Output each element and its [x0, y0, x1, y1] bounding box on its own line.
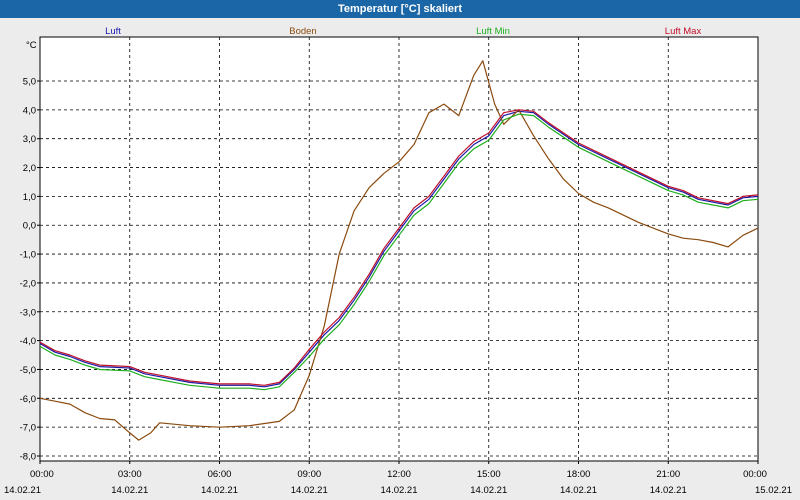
- x-tick-date-label: 15.02.21: [755, 485, 792, 496]
- legend-entry-luft-min: Luft Min: [476, 26, 510, 37]
- x-tick-date-label: 14.02.21: [650, 485, 687, 496]
- legend-entry-luft-max: Luft Max: [665, 26, 702, 37]
- x-tick-time-label: 00:00: [743, 469, 767, 480]
- y-tick-label: -4,0: [20, 336, 36, 347]
- x-tick-date-label: 14.02.21: [470, 485, 507, 496]
- x-tick-time-label: 09:00: [297, 469, 321, 480]
- x-tick-date-label: 14.02.21: [291, 485, 328, 496]
- y-unit-label: °C: [26, 40, 37, 51]
- x-tick-time-label: 18:00: [567, 469, 591, 480]
- x-tick-time-label: 21:00: [656, 469, 680, 480]
- x-tick-time-label: 03:00: [118, 469, 142, 480]
- y-tick-label: -5,0: [20, 365, 36, 376]
- y-tick-label: -2,0: [20, 278, 36, 289]
- x-tick-date-label: 14.02.21: [201, 485, 238, 496]
- legend-entry-boden: Boden: [289, 26, 316, 37]
- y-tick-label: 0,0: [23, 221, 36, 232]
- x-tick-date-label: 14.02.21: [4, 485, 41, 496]
- y-tick-label: 1,0: [23, 192, 36, 203]
- line-chart: °C 5,0 4,0 3,0 2,0 1,0 0,0 -1,0 -2,0 -3,0 -4,0 -5,…: [4, 26, 792, 496]
- chart-window: Temperatur [°C] skaliert °C 5,0 4,0 3,0 2,0…: [0, 0, 800, 500]
- y-tick-label: -1,0: [20, 250, 36, 261]
- x-tick-date-label: 14.02.21: [111, 485, 148, 496]
- legend-entry-luft: Luft: [105, 26, 121, 37]
- y-tick-label: -7,0: [20, 423, 36, 434]
- x-tick-time-label: 15:00: [477, 469, 501, 480]
- x-tick-time-label: 06:00: [208, 469, 232, 480]
- y-tick-label: -3,0: [20, 307, 36, 318]
- y-tick-label: 2,0: [23, 163, 36, 174]
- y-tick-label: -8,0: [20, 452, 36, 463]
- legend: Luft Boden Luft Min Luft Max: [105, 26, 701, 37]
- x-tick-date-label: 14.02.21: [381, 485, 418, 496]
- x-tick-time-label: 12:00: [387, 469, 411, 480]
- x-tick-date-label: 14.02.21: [560, 485, 597, 496]
- y-tick-label: -6,0: [20, 394, 36, 405]
- y-tick-label: 5,0: [23, 77, 36, 88]
- x-tick-time-label: 00:00: [30, 469, 54, 480]
- y-tick-label: 4,0: [23, 105, 36, 116]
- y-tick-label: 3,0: [23, 134, 36, 145]
